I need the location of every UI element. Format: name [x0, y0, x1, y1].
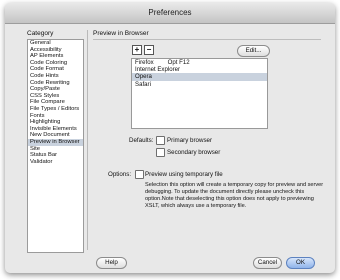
panel-title: Preview in Browser	[93, 30, 149, 37]
category-item[interactable]: Preview in Browser	[28, 138, 83, 146]
category-item[interactable]: Fonts	[28, 113, 83, 120]
category-item[interactable]: CSS Styles	[28, 93, 83, 100]
browser-item[interactable]: Safari	[132, 81, 267, 88]
browser-name: Safari	[135, 80, 151, 88]
category-item[interactable]: Highlighting	[28, 119, 83, 126]
help-button[interactable]: Help	[96, 257, 127, 269]
preferences-window: Preferences Category General Accessibilit…	[5, 3, 335, 273]
category-item[interactable]: AP Elements	[28, 53, 83, 60]
browser-item[interactable]: Opera	[132, 73, 267, 81]
browser-list[interactable]: Firefox Opt F12 Internet Explorer Opera Safa…	[131, 58, 268, 129]
primary-browser-label: Primary browser	[167, 137, 213, 144]
category-header: Category	[27, 30, 54, 37]
temporary-file-label: Preview using temporary file	[145, 171, 223, 178]
add-browser-button[interactable]: +	[132, 45, 142, 55]
browser-shortcut: Opt F12	[167, 59, 190, 66]
category-item[interactable]: Code Coloring	[28, 60, 83, 67]
category-item[interactable]: Status Bar	[28, 152, 83, 159]
ok-button[interactable]: OK	[286, 257, 315, 269]
primary-browser-checkbox[interactable]	[156, 136, 165, 145]
category-item[interactable]: File Compare	[28, 99, 83, 106]
window-title: Preferences	[5, 3, 335, 24]
temporary-file-checkbox[interactable]	[135, 170, 144, 179]
options-label: Options:	[108, 171, 132, 178]
category-item[interactable]: Site	[28, 146, 83, 153]
category-item[interactable]: New Document	[28, 132, 83, 139]
category-item[interactable]: Code Format	[28, 66, 83, 73]
category-item[interactable]: File Types / Editors	[28, 106, 83, 113]
defaults-label: Defaults:	[129, 137, 154, 144]
edit-button[interactable]: Edit...	[237, 45, 270, 57]
dialog-body: Category General Accessibility AP Elements…	[5, 24, 335, 273]
option-description: Selection this option will create a temp…	[145, 182, 324, 209]
secondary-browser-checkbox[interactable]	[156, 148, 165, 157]
category-item[interactable]: General	[28, 40, 83, 47]
browser-name: Firefox	[135, 59, 154, 66]
category-item[interactable]: Validator	[28, 159, 83, 166]
browser-name: Internet Explorer	[135, 66, 181, 74]
category-item[interactable]: Copy/Paste	[28, 86, 83, 93]
category-item[interactable]: Accessibility	[28, 47, 83, 54]
cancel-button[interactable]: Cancel	[253, 257, 282, 269]
category-list[interactable]: General Accessibility AP Elements Code Colo…	[27, 39, 84, 253]
remove-browser-button[interactable]: −	[144, 45, 154, 55]
browser-item[interactable]: Internet Explorer	[132, 66, 267, 73]
browser-item[interactable]: Firefox Opt F12	[132, 59, 267, 66]
category-item[interactable]: Code Rewriting	[28, 80, 83, 87]
panel-divider	[93, 39, 321, 40]
category-item[interactable]: Code Hints	[28, 73, 83, 80]
vertical-divider	[87, 30, 88, 250]
browser-name: Opera	[135, 73, 152, 81]
secondary-browser-label: Secondary browser	[167, 149, 221, 156]
category-item[interactable]: Invisible Elements	[28, 126, 83, 133]
